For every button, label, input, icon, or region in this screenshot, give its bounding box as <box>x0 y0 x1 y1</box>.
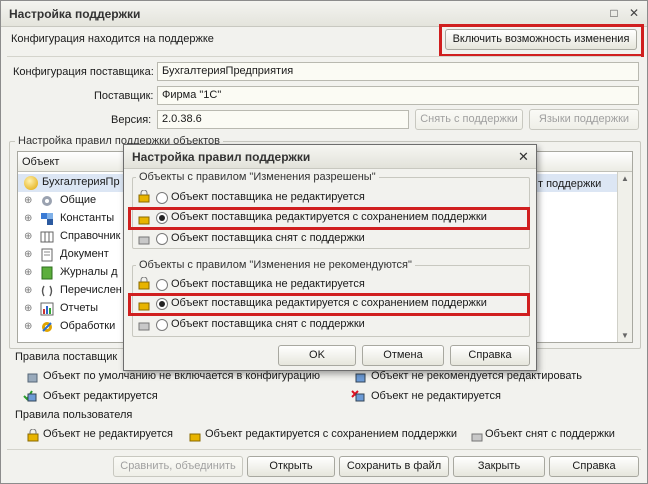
dialog-close-icon[interactable]: ✕ <box>518 149 529 165</box>
legend-item: Объект не редактируется <box>43 428 173 440</box>
support-status-text: Конфигурация находится на поддержке <box>11 33 214 45</box>
tree-row-label: БухгалтерияПр <box>42 176 120 188</box>
partial-lock-icon <box>138 298 150 311</box>
tree-row-label: Документ <box>60 248 109 260</box>
scroll-down-icon[interactable]: ▼ <box>621 331 629 340</box>
dialog-help-button[interactable]: Справка <box>450 345 530 366</box>
excluded-object-icon <box>27 371 39 383</box>
legend-item: Объект не редактируется <box>371 390 501 402</box>
cancel-button[interactable]: Отмена <box>362 345 444 366</box>
support-languages-button[interactable]: Языки поддержки <box>529 109 639 130</box>
expand-icon[interactable]: ⊕ <box>24 249 35 260</box>
expand-icon[interactable]: ⊕ <box>24 285 35 296</box>
radio-removed-from-support[interactable] <box>156 319 168 331</box>
version-field[interactable]: 2.0.38.6 <box>157 110 409 129</box>
support-settings-window: Настройка поддержки □ ✕ Конфигурация нах… <box>0 0 648 484</box>
tree-row-label: Журналы д <box>60 266 118 278</box>
enum-icon <box>40 284 54 298</box>
dialog-titlebar[interactable]: Настройка правил поддержки ✕ <box>124 145 536 169</box>
lock-icon <box>138 276 150 290</box>
vendor-rules-title: Правила поставщик <box>15 351 118 363</box>
close-icon[interactable]: ✕ <box>627 6 641 20</box>
tree-scrollbar[interactable]: ▲ ▼ <box>617 172 632 342</box>
window-title: Настройка поддержки <box>9 7 141 21</box>
maximize-icon[interactable]: □ <box>607 6 621 20</box>
option-label: Объект поставщика снят с поддержки <box>171 318 365 330</box>
option-label: Объект поставщика редактируется с сохран… <box>171 211 487 223</box>
divider <box>7 449 641 450</box>
journal-icon <box>40 266 54 280</box>
expand-icon[interactable]: ⊕ <box>24 231 35 242</box>
tree-row-label: Общие <box>60 194 97 206</box>
partial-lock-icon <box>189 429 201 442</box>
option-label: Объект поставщика снят с поддержки <box>171 232 365 244</box>
tree-row-label: Обработки <box>60 320 116 332</box>
lock-icon <box>138 189 150 203</box>
option-label: Объект поставщика не редактируется <box>171 191 365 203</box>
unlocked-icon <box>138 232 150 245</box>
save-to-file-button[interactable]: Сохранить в файл <box>339 456 449 477</box>
column-object-header[interactable]: Объект <box>22 156 59 168</box>
radio-editable-with-support[interactable] <box>156 298 168 310</box>
ok-button[interactable]: OK <box>278 345 356 366</box>
tree-row-label: Константы <box>60 212 115 224</box>
document-icon <box>40 248 54 262</box>
processing-icon <box>40 320 54 334</box>
expand-icon[interactable]: ⊕ <box>24 267 35 278</box>
radio-not-editable[interactable] <box>156 192 168 204</box>
not-recommended-icon <box>355 371 367 383</box>
editable-object-icon <box>23 390 37 402</box>
expand-icon[interactable]: ⊕ <box>24 321 35 332</box>
unlocked-icon <box>471 429 483 442</box>
constants-icon <box>40 212 54 226</box>
dialog-title: Настройка правил поддержки <box>132 150 311 164</box>
legend-item: Объект снят с поддержки <box>485 428 615 440</box>
tree-row-label: Перечислен <box>60 284 122 296</box>
not-recommended-title: Объекты с правилом "Изменения не рекомен… <box>136 259 415 271</box>
help-button[interactable]: Справка <box>549 456 639 477</box>
expand-icon[interactable]: ⊕ <box>24 303 35 314</box>
not-editable-icon <box>351 390 365 402</box>
legend-item: Объект по умолчанию не включается в конф… <box>43 370 321 382</box>
divider <box>7 56 641 57</box>
radio-editable-with-support[interactable] <box>156 212 168 224</box>
enable-changes-button[interactable]: Включить возможность изменения <box>445 29 637 50</box>
unlocked-icon <box>138 318 150 331</box>
option-label: Объект поставщика редактируется с сохран… <box>171 297 487 309</box>
radio-removed-from-support[interactable] <box>156 233 168 245</box>
tree-row-label: Справочник <box>60 230 121 242</box>
remove-support-button[interactable]: Снять с поддержки <box>415 109 523 130</box>
legend-item: Объект редактируется с сохранением подде… <box>205 428 457 440</box>
catalog-icon <box>40 230 54 244</box>
legend-item: Объект редактируется <box>43 390 158 402</box>
radio-not-editable[interactable] <box>156 279 168 291</box>
expand-icon[interactable]: ⊕ <box>24 195 35 206</box>
common-icon <box>40 194 54 208</box>
support-rule-cell: т поддержки <box>538 178 602 190</box>
vendor-config-field[interactable]: БухгалтерияПредприятия <box>157 62 639 81</box>
vendor-field[interactable]: Фирма "1С" <box>157 86 639 105</box>
expand-icon[interactable]: ⊕ <box>24 213 35 224</box>
user-rules-title: Правила пользователя <box>15 409 133 421</box>
option-label: Объект поставщика не редактируется <box>171 278 365 290</box>
config-icon <box>24 176 38 190</box>
vendor-label: Поставщик: <box>94 90 154 102</box>
scroll-up-icon[interactable]: ▲ <box>621 174 629 183</box>
lock-icon <box>27 428 39 442</box>
close-button[interactable]: Закрыть <box>453 456 545 477</box>
open-button[interactable]: Открыть <box>247 456 335 477</box>
vendor-config-label: Конфигурация поставщика: <box>13 66 154 78</box>
allowed-changes-title: Объекты с правилом "Изменения разрешены" <box>136 171 379 183</box>
partial-lock-icon <box>138 212 150 225</box>
compare-merge-button[interactable]: Сравнить, объединить <box>113 456 243 477</box>
report-icon <box>40 302 54 316</box>
legend-item: Объект не рекомендуется редактировать <box>371 370 583 382</box>
tree-row-label: Отчеты <box>60 302 99 314</box>
support-rules-dialog: Настройка правил поддержки ✕ Объекты с п… <box>123 144 537 371</box>
version-label: Версия: <box>111 114 152 126</box>
